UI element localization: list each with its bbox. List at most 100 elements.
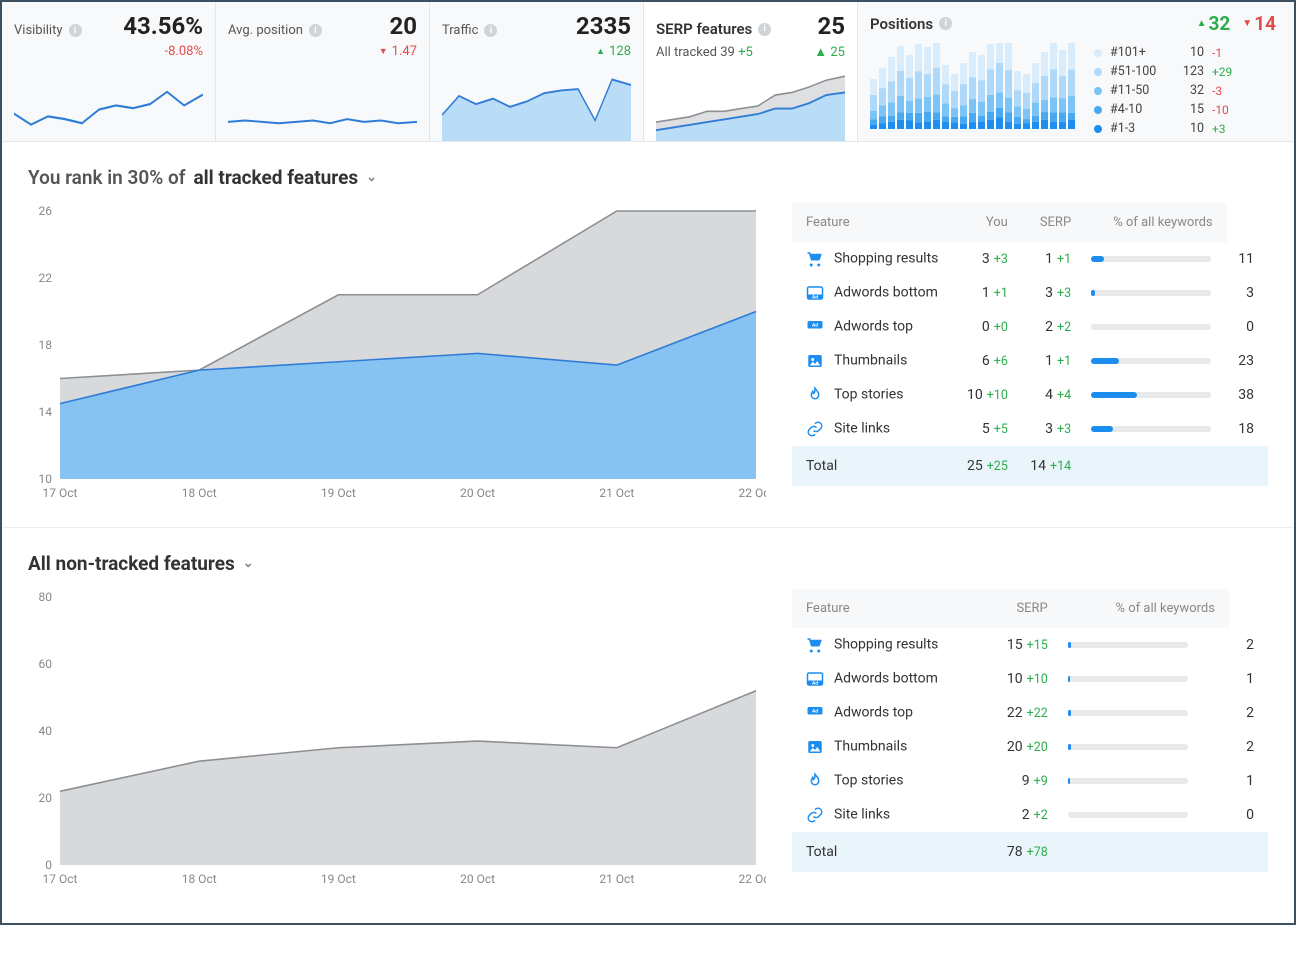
svg-text:80: 80	[39, 590, 53, 604]
positions-legend-row: #101+10-1	[1094, 43, 1240, 62]
info-icon[interactable]: i	[309, 24, 322, 37]
avgposition-card[interactable]: Avg. position i 20 ▼ 1.47	[216, 2, 430, 141]
pct-bar	[1091, 324, 1211, 330]
pct-bar	[1068, 778, 1188, 784]
traffic-delta: ▲ 128	[442, 44, 631, 59]
serp-features-card[interactable]: SERP features i 25 All tracked 39 +5 ▲ 2…	[644, 2, 858, 141]
svg-text:0: 0	[45, 858, 52, 872]
triangle-down-icon: ▼	[379, 46, 388, 57]
nontracked-title-dropdown[interactable]: All non-tracked features ⌄	[28, 552, 1268, 575]
tracked-section: You rank in 30% of all tracked features …	[2, 142, 1294, 527]
table-row[interactable]: Thumbnails 20+20 2	[792, 730, 1268, 764]
col-feature: Feature	[792, 203, 955, 242]
svg-text:17 Oct: 17 Oct	[43, 872, 78, 886]
table-row[interactable]: AdAdwords bottom 1+1 3+3 3	[792, 276, 1268, 310]
svg-text:Ad: Ad	[812, 680, 818, 686]
cart-icon	[806, 250, 824, 268]
pct-bar	[1091, 426, 1211, 432]
tracked-feature-table: Feature You SERP % of all keywords Shopp…	[792, 203, 1268, 486]
feature-name: Site links	[834, 421, 890, 437]
legend-count: 10	[1176, 45, 1204, 60]
pct-cell: 0	[1227, 310, 1268, 344]
svg-text:17 Oct: 17 Oct	[43, 486, 78, 500]
visibility-delta: -8.08%	[14, 44, 203, 59]
pct-cell: 2	[1229, 730, 1268, 764]
info-icon[interactable]: i	[484, 24, 497, 37]
svg-text:18 Oct: 18 Oct	[182, 872, 217, 886]
svg-text:19 Oct: 19 Oct	[321, 872, 356, 886]
feature-name: Shopping results	[834, 637, 938, 653]
adTop-icon: Ad	[806, 318, 824, 336]
nontracked-chart: 02040608017 Oct18 Oct19 Oct20 Oct21 Oct2…	[28, 589, 766, 889]
info-icon[interactable]: i	[758, 23, 771, 36]
pct-cell: 23	[1227, 344, 1268, 378]
svg-text:20: 20	[39, 791, 53, 805]
pct-cell: 3	[1227, 276, 1268, 310]
traffic-value: 2335	[576, 12, 631, 40]
pct-cell: 0	[1229, 798, 1268, 832]
info-icon[interactable]: i	[939, 17, 952, 30]
table-row[interactable]: Thumbnails 6+6 1+1 23	[792, 344, 1268, 378]
svg-text:Ad: Ad	[812, 323, 818, 329]
serp-cell: 1+1	[1018, 344, 1081, 378]
pct-cell: 18	[1227, 412, 1268, 446]
legend-count: 10	[1176, 121, 1204, 136]
visibility-title: Visibility i	[14, 23, 82, 38]
avgposition-title: Avg. position i	[228, 23, 322, 38]
link-icon	[806, 420, 824, 438]
table-row[interactable]: AdAdwords top 22+22 2	[792, 696, 1268, 730]
tracked-title-part1: You rank in 30% of	[28, 166, 185, 189]
triangle-up-icon: ▲	[596, 46, 605, 57]
positions-down-value: ▼ 14	[1242, 12, 1276, 35]
legend-dot-icon	[1094, 49, 1102, 57]
serp-cell: 20+20	[983, 730, 1057, 764]
positions-spark	[870, 43, 1080, 129]
table-row[interactable]: AdAdwords top 0+0 2+2 0	[792, 310, 1268, 344]
positions-legend-row: #1-310+3	[1094, 119, 1240, 138]
visibility-card[interactable]: Visibility i 43.56% -8.08%	[2, 2, 216, 141]
metric-cards-row: Visibility i 43.56% -8.08% Avg. position…	[2, 2, 1294, 142]
pct-bar	[1091, 392, 1211, 398]
pct-bar	[1068, 744, 1188, 750]
col-pct: % of all keywords	[1058, 589, 1229, 628]
table-row[interactable]: Shopping results 15+15 2	[792, 628, 1268, 662]
legend-count: 32	[1176, 83, 1204, 98]
svg-text:19 Oct: 19 Oct	[321, 486, 356, 500]
chevron-down-icon: ⌄	[243, 556, 254, 571]
table-row[interactable]: Top stories 9+9 1	[792, 764, 1268, 798]
link-icon	[806, 806, 824, 824]
col-feature: Feature	[792, 589, 983, 628]
table-row[interactable]: Site links 5+5 3+3 18	[792, 412, 1268, 446]
legend-delta: -3	[1212, 84, 1240, 98]
svg-text:26: 26	[39, 204, 53, 218]
adBot-icon: Ad	[806, 284, 824, 302]
serp-cell: 2+2	[983, 798, 1057, 832]
tracked-chart: 101418222617 Oct18 Oct19 Oct20 Oct21 Oct…	[28, 203, 766, 503]
feature-name: Thumbnails	[834, 353, 907, 369]
positions-legend-row: #4-10 15 -10	[1094, 100, 1240, 119]
pct-cell: 1	[1229, 662, 1268, 696]
info-icon[interactable]: i	[69, 24, 82, 37]
legend-count: 123	[1176, 64, 1204, 79]
avgposition-delta: ▼ 1.47	[228, 44, 417, 59]
feature-name: Shopping results	[834, 251, 938, 267]
tracked-title-dropdown[interactable]: You rank in 30% of all tracked features …	[28, 166, 1268, 189]
feature-name: Adwords top	[834, 705, 913, 721]
traffic-card[interactable]: Traffic i 2335 ▲ 128	[430, 2, 644, 141]
pct-cell: 11	[1227, 242, 1268, 276]
feature-name: Top stories	[834, 387, 903, 403]
table-row[interactable]: Site links 2+2 0	[792, 798, 1268, 832]
legend-count: 15	[1176, 102, 1204, 117]
table-row[interactable]: AdAdwords bottom 10+10 1	[792, 662, 1268, 696]
legend-label: #4-10	[1110, 102, 1168, 117]
table-row[interactable]: Shopping results 3+3 1+1 11	[792, 242, 1268, 276]
legend-delta: +29	[1212, 65, 1240, 79]
svg-text:18 Oct: 18 Oct	[182, 486, 217, 500]
legend-delta: -10	[1212, 103, 1240, 117]
serp-value: 25	[817, 12, 845, 40]
svg-text:21 Oct: 21 Oct	[599, 486, 634, 500]
feature-name: Adwords top	[834, 319, 913, 335]
table-row[interactable]: Top stories 10+10 4+4 38	[792, 378, 1268, 412]
legend-dot-icon	[1094, 125, 1102, 133]
positions-title: Positions i	[870, 15, 952, 33]
